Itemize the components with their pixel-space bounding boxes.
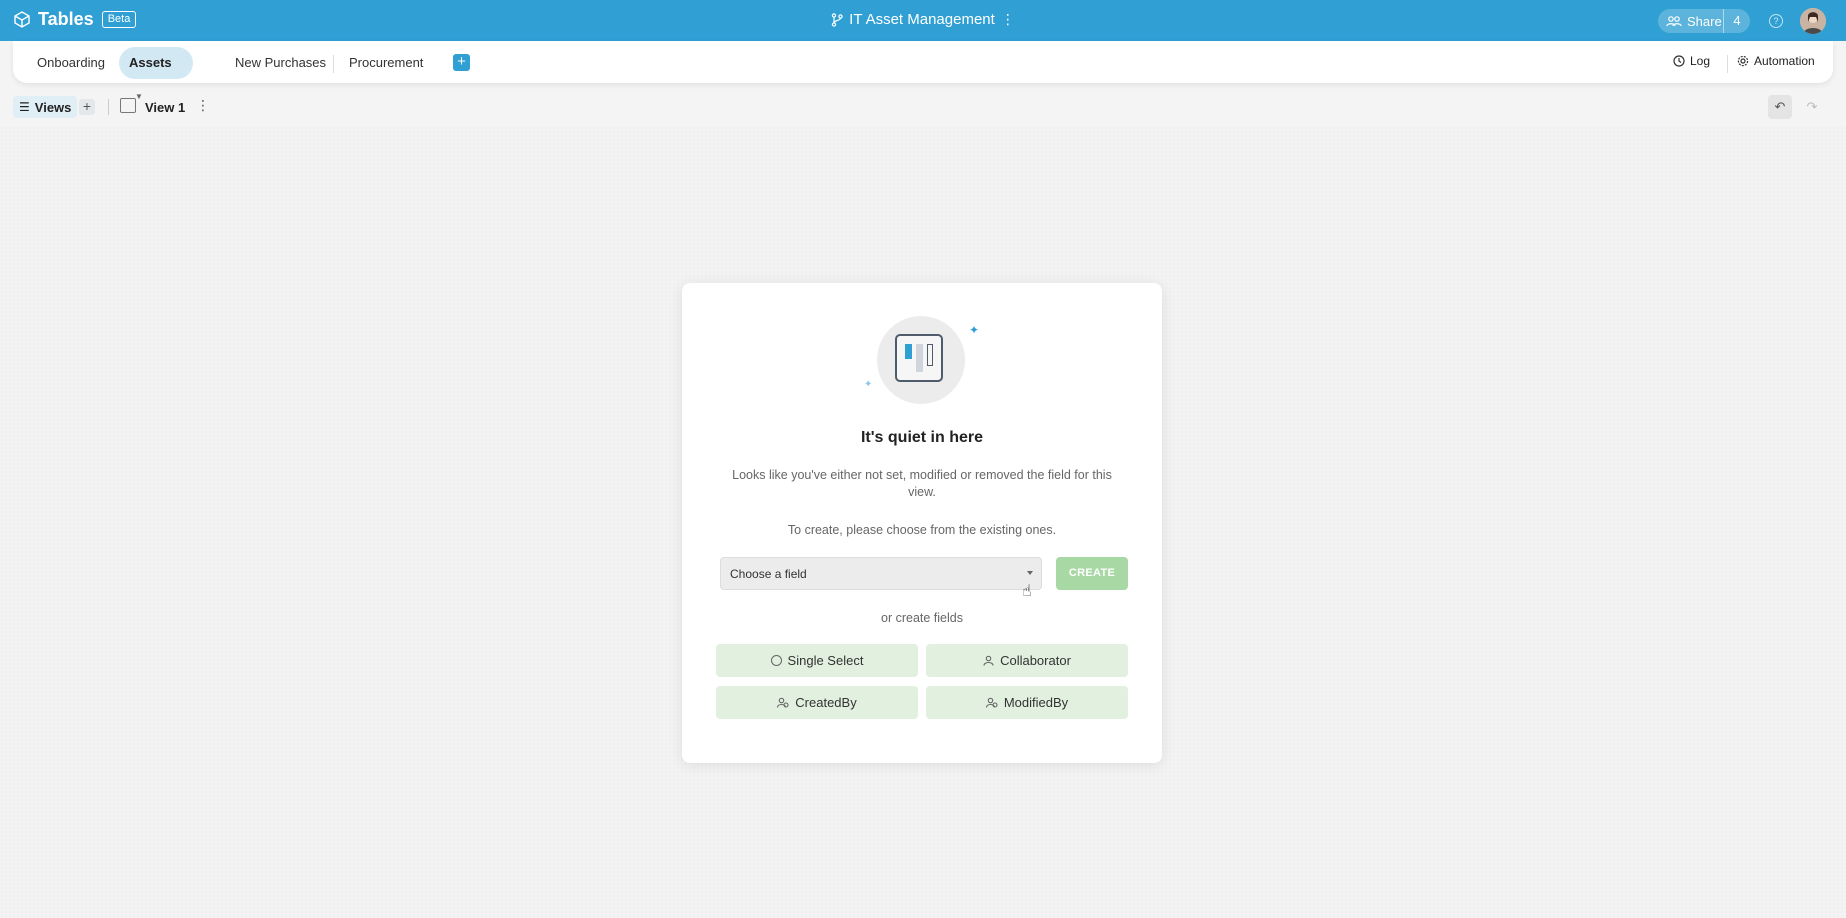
automation-label: Automation xyxy=(1754,54,1815,68)
modifiedby-field-button[interactable]: ModifiedBy xyxy=(926,686,1128,719)
or-create-fields-text: or create fields xyxy=(881,611,963,625)
createdby-field-button[interactable]: CreatedBy xyxy=(716,686,918,719)
kanban-column-1 xyxy=(905,344,912,359)
kanban-illustration-icon xyxy=(877,316,965,404)
current-view-name[interactable]: View 1 xyxy=(145,100,185,115)
brand[interactable]: Tables Beta xyxy=(14,9,137,30)
document-title[interactable]: IT Asset Management ⋮ xyxy=(831,11,1015,28)
single-select-icon xyxy=(770,655,782,666)
help-icon[interactable]: ? xyxy=(1769,14,1783,28)
table-tab-bar: Onboarding Assets ▼ New Purchases Procur… xyxy=(13,41,1833,101)
tab-new-purchases[interactable]: New Purchases xyxy=(225,47,336,79)
create-button[interactable]: CREATE xyxy=(1056,557,1128,590)
log-button[interactable]: Log xyxy=(1673,54,1710,68)
beta-badge: Beta xyxy=(101,11,137,28)
tab-actions-divider xyxy=(1727,55,1728,73)
kanban-view-icon xyxy=(120,98,136,113)
tab-divider xyxy=(333,55,334,73)
kebab-menu-icon[interactable]: ⋮ xyxy=(1001,11,1015,28)
empty-state-description: Looks like you've either not set, modifi… xyxy=(732,468,1112,499)
empty-state-card: ✦ ✦ It's quiet in here Looks like you've… xyxy=(682,283,1162,763)
gear-icon xyxy=(1737,55,1749,67)
empty-state-instruction: To create, please choose from the existi… xyxy=(787,523,1057,537)
share-count: 4 xyxy=(1723,9,1750,33)
tab-assets[interactable]: Assets ▼ xyxy=(119,47,193,101)
user-add-icon xyxy=(777,697,789,708)
log-label: Log xyxy=(1690,54,1711,68)
avatar[interactable] xyxy=(1800,8,1826,34)
collaborator-field-button[interactable]: Collaborator xyxy=(926,644,1128,677)
tab-label: Assets xyxy=(129,55,172,70)
field-button-label: Single Select xyxy=(787,653,864,668)
add-table-button[interactable]: + xyxy=(453,54,470,71)
view-toolbar: ☰ Views + View 1 ⋮ ↶ ↷ xyxy=(0,93,1846,121)
field-select[interactable]: Choose a field xyxy=(720,557,1042,590)
sparkle-icon: ✦ xyxy=(969,323,980,337)
field-button-label: CreatedBy xyxy=(795,695,857,710)
share-button[interactable]: Share 4 xyxy=(1658,9,1750,33)
list-menu-icon: ☰ xyxy=(19,100,30,114)
user-edit-icon xyxy=(985,697,998,708)
clock-icon xyxy=(1673,55,1685,67)
document-title-wrap: IT Asset Management ⋮ xyxy=(0,11,1846,31)
add-view-button[interactable]: + xyxy=(79,99,95,115)
user-photo-icon xyxy=(1800,8,1826,34)
tab-label: Onboarding xyxy=(37,55,105,70)
view-options-icon[interactable]: ⋮ xyxy=(196,97,210,114)
document-title-text: IT Asset Management xyxy=(849,11,995,28)
undo-icon[interactable]: ↶ xyxy=(1768,95,1792,119)
field-button-label: Collaborator xyxy=(1000,653,1071,668)
kanban-frame xyxy=(895,334,943,382)
single-select-field-button[interactable]: Single Select xyxy=(716,644,918,677)
redo-icon[interactable]: ↷ xyxy=(1800,95,1824,119)
app-title: Tables xyxy=(38,9,94,29)
tab-procurement[interactable]: Procurement xyxy=(339,47,433,79)
tab-label: Procurement xyxy=(349,55,424,70)
branch-icon xyxy=(831,12,843,27)
field-button-label: ModifiedBy xyxy=(1003,695,1069,710)
viewbar-divider xyxy=(108,99,109,115)
automation-button[interactable]: Automation xyxy=(1737,54,1815,68)
sparkle-icon: ✦ xyxy=(864,379,873,390)
empty-state-title: It's quiet in here xyxy=(860,429,984,446)
kanban-column-2 xyxy=(916,344,923,372)
people-icon xyxy=(1666,16,1682,27)
cube-logo-icon xyxy=(14,11,30,28)
share-label: Share xyxy=(1687,13,1722,29)
tab-onboarding[interactable]: Onboarding xyxy=(27,47,115,79)
views-label: Views xyxy=(34,99,72,115)
views-toggle-button[interactable]: ☰ Views xyxy=(13,96,78,118)
kanban-column-3 xyxy=(927,344,933,366)
chevron-down-icon xyxy=(1027,571,1033,575)
field-select-value: Choose a field xyxy=(730,567,807,581)
user-icon xyxy=(983,655,994,666)
hand-cursor-icon: ☝ xyxy=(1022,583,1032,600)
tab-label: New Purchases xyxy=(235,55,327,70)
top-header: Tables Beta IT Asset Management ⋮ Share … xyxy=(0,0,1846,41)
